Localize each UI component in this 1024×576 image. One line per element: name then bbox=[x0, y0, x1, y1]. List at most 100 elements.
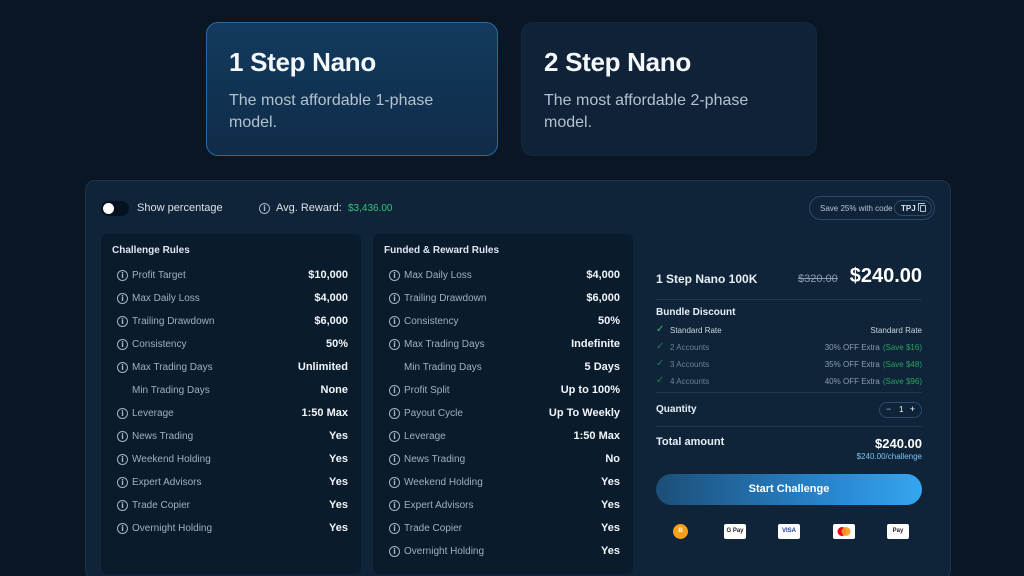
info-icon[interactable]: i bbox=[389, 477, 400, 488]
rule-value: Unlimited bbox=[297, 361, 348, 373]
info-icon[interactable]: i bbox=[389, 408, 400, 419]
divider bbox=[656, 392, 922, 393]
rule-label: Max Trading Days bbox=[132, 362, 213, 373]
rule-label: Profit Target bbox=[132, 270, 186, 281]
funded-rules-box: Funded & Reward Rules i Max Daily Loss $4,… bbox=[373, 234, 633, 574]
decrement-button[interactable]: − bbox=[886, 404, 891, 414]
plan-card-2-step[interactable]: 2 Step Nano The most affordable 2-phase … bbox=[521, 22, 817, 156]
rule-row: i News Trading Yes bbox=[117, 429, 348, 445]
rule-row: i Weekend Holding Yes bbox=[117, 452, 348, 468]
check-icon: ✓ bbox=[656, 324, 665, 335]
percentage-toggle[interactable] bbox=[101, 201, 129, 216]
total-label: Total amount bbox=[656, 436, 725, 448]
copy-icon bbox=[918, 203, 926, 212]
info-icon[interactable]: i bbox=[389, 523, 400, 534]
avg-reward-label: Avg. Reward: bbox=[276, 202, 342, 214]
info-icon[interactable]: i bbox=[389, 454, 400, 465]
rule-label: Leverage bbox=[404, 431, 446, 442]
check-icon: ✓ bbox=[656, 375, 665, 386]
rule-label: Weekend Holding bbox=[132, 454, 211, 465]
copy-code-button[interactable]: TPJ bbox=[894, 200, 932, 216]
bundle-value-group: 35% OFF Extra (Save $48) bbox=[825, 360, 922, 369]
bitcoin-icon: B bbox=[673, 524, 688, 539]
check-icon: ✓ bbox=[656, 358, 665, 369]
info-icon[interactable]: i bbox=[117, 523, 128, 534]
payment-methods: B G Pay VISA Pay bbox=[656, 524, 922, 540]
bundle-option[interactable]: ✓ 3 Accounts 35% OFF Extra (Save $48) bbox=[656, 358, 922, 372]
rule-value: Yes bbox=[329, 476, 348, 488]
rule-label: Min Trading Days bbox=[132, 385, 210, 396]
info-icon[interactable]: i bbox=[117, 454, 128, 465]
rule-row: i Overnight Holding Yes bbox=[117, 521, 348, 537]
info-icon[interactable]: i bbox=[117, 500, 128, 511]
plan-title: 2 Step Nano bbox=[544, 47, 691, 77]
bundle-value-group: Standard Rate bbox=[870, 326, 922, 335]
total-value: $240.00 bbox=[875, 436, 922, 451]
rule-value: Yes bbox=[329, 453, 348, 465]
rule-label: Max Daily Loss bbox=[404, 270, 472, 281]
info-icon[interactable]: i bbox=[389, 293, 400, 304]
info-icon[interactable]: i bbox=[259, 203, 270, 214]
rule-label: News Trading bbox=[404, 454, 466, 465]
info-icon[interactable]: i bbox=[389, 546, 400, 557]
rule-row: i Expert Advisors Yes bbox=[117, 475, 348, 491]
product-name: 1 Step Nano 100K bbox=[656, 272, 758, 286]
start-challenge-button[interactable]: Start Challenge bbox=[656, 474, 922, 505]
rule-row: i Payout Cycle Up To Weekly bbox=[389, 406, 620, 422]
rule-value: 50% bbox=[325, 338, 348, 350]
bundle-value-group: 30% OFF Extra (Save $16) bbox=[825, 343, 922, 352]
rule-row: Min Trading Days None bbox=[117, 383, 348, 399]
info-icon[interactable]: i bbox=[389, 339, 400, 350]
apple-pay-icon: Pay bbox=[887, 524, 909, 539]
bundle-option[interactable]: ✓ 4 Accounts 40% OFF Extra (Save $96) bbox=[656, 375, 922, 389]
rule-label: Min Trading Days bbox=[404, 362, 482, 373]
rule-value: No bbox=[605, 453, 620, 465]
rule-label: Weekend Holding bbox=[404, 477, 483, 488]
rule-row: i Expert Advisors Yes bbox=[389, 498, 620, 514]
bundle-label: 2 Accounts bbox=[670, 343, 710, 352]
plan-card-1-step[interactable]: 1 Step Nano The most affordable 1-phase … bbox=[206, 22, 498, 156]
info-icon[interactable]: i bbox=[117, 270, 128, 281]
info-icon[interactable]: i bbox=[117, 408, 128, 419]
rule-value: $10,000 bbox=[308, 269, 348, 281]
bundle-option[interactable]: ✓ 2 Accounts 30% OFF Extra (Save $16) bbox=[656, 341, 922, 355]
rule-value: 1:50 Max bbox=[573, 430, 620, 442]
info-icon[interactable]: i bbox=[389, 500, 400, 511]
bundle-value-group: 40% OFF Extra (Save $96) bbox=[825, 377, 922, 386]
quantity-value: 1 bbox=[899, 405, 904, 414]
bundle-discount: 40% OFF Extra bbox=[824, 377, 880, 386]
plan-description: The most affordable 1-phase model. bbox=[229, 92, 434, 131]
rule-value: $4,000 bbox=[314, 292, 348, 304]
info-icon[interactable]: i bbox=[117, 316, 128, 327]
bundle-label: 3 Accounts bbox=[670, 360, 710, 369]
info-icon[interactable]: i bbox=[389, 270, 400, 281]
info-icon[interactable]: i bbox=[117, 431, 128, 442]
rule-row: i Trailing Drawdown $6,000 bbox=[389, 291, 620, 307]
info-icon[interactable]: i bbox=[389, 385, 400, 396]
rule-row: i Max Daily Loss $4,000 bbox=[389, 268, 620, 284]
rule-value: $4,000 bbox=[586, 269, 620, 281]
rule-label: Overnight Holding bbox=[132, 523, 213, 534]
rule-label: Max Trading Days bbox=[404, 339, 485, 350]
rule-row: i Overnight Holding Yes bbox=[389, 544, 620, 560]
increment-button[interactable]: + bbox=[910, 404, 915, 414]
rule-label: Payout Cycle bbox=[404, 408, 463, 419]
bundle-option[interactable]: ✓ Standard Rate Standard Rate bbox=[656, 324, 922, 338]
rule-row: i Leverage 1:50 Max bbox=[389, 429, 620, 445]
info-icon[interactable]: i bbox=[117, 293, 128, 304]
rule-value: Yes bbox=[601, 476, 620, 488]
divider bbox=[656, 299, 922, 300]
mastercard-icon bbox=[833, 524, 855, 539]
rule-value: 1:50 Max bbox=[301, 407, 348, 419]
info-icon[interactable]: i bbox=[117, 477, 128, 488]
info-icon[interactable]: i bbox=[117, 362, 128, 373]
rule-label: Consistency bbox=[132, 339, 187, 350]
info-icon[interactable]: i bbox=[389, 316, 400, 327]
rule-value: None bbox=[320, 384, 349, 396]
rule-label: News Trading bbox=[132, 431, 194, 442]
divider bbox=[656, 426, 922, 427]
rule-row: i Max Trading Days Unlimited bbox=[117, 360, 348, 376]
rule-value: Yes bbox=[329, 522, 348, 534]
info-icon[interactable]: i bbox=[389, 431, 400, 442]
info-icon[interactable]: i bbox=[117, 339, 128, 350]
